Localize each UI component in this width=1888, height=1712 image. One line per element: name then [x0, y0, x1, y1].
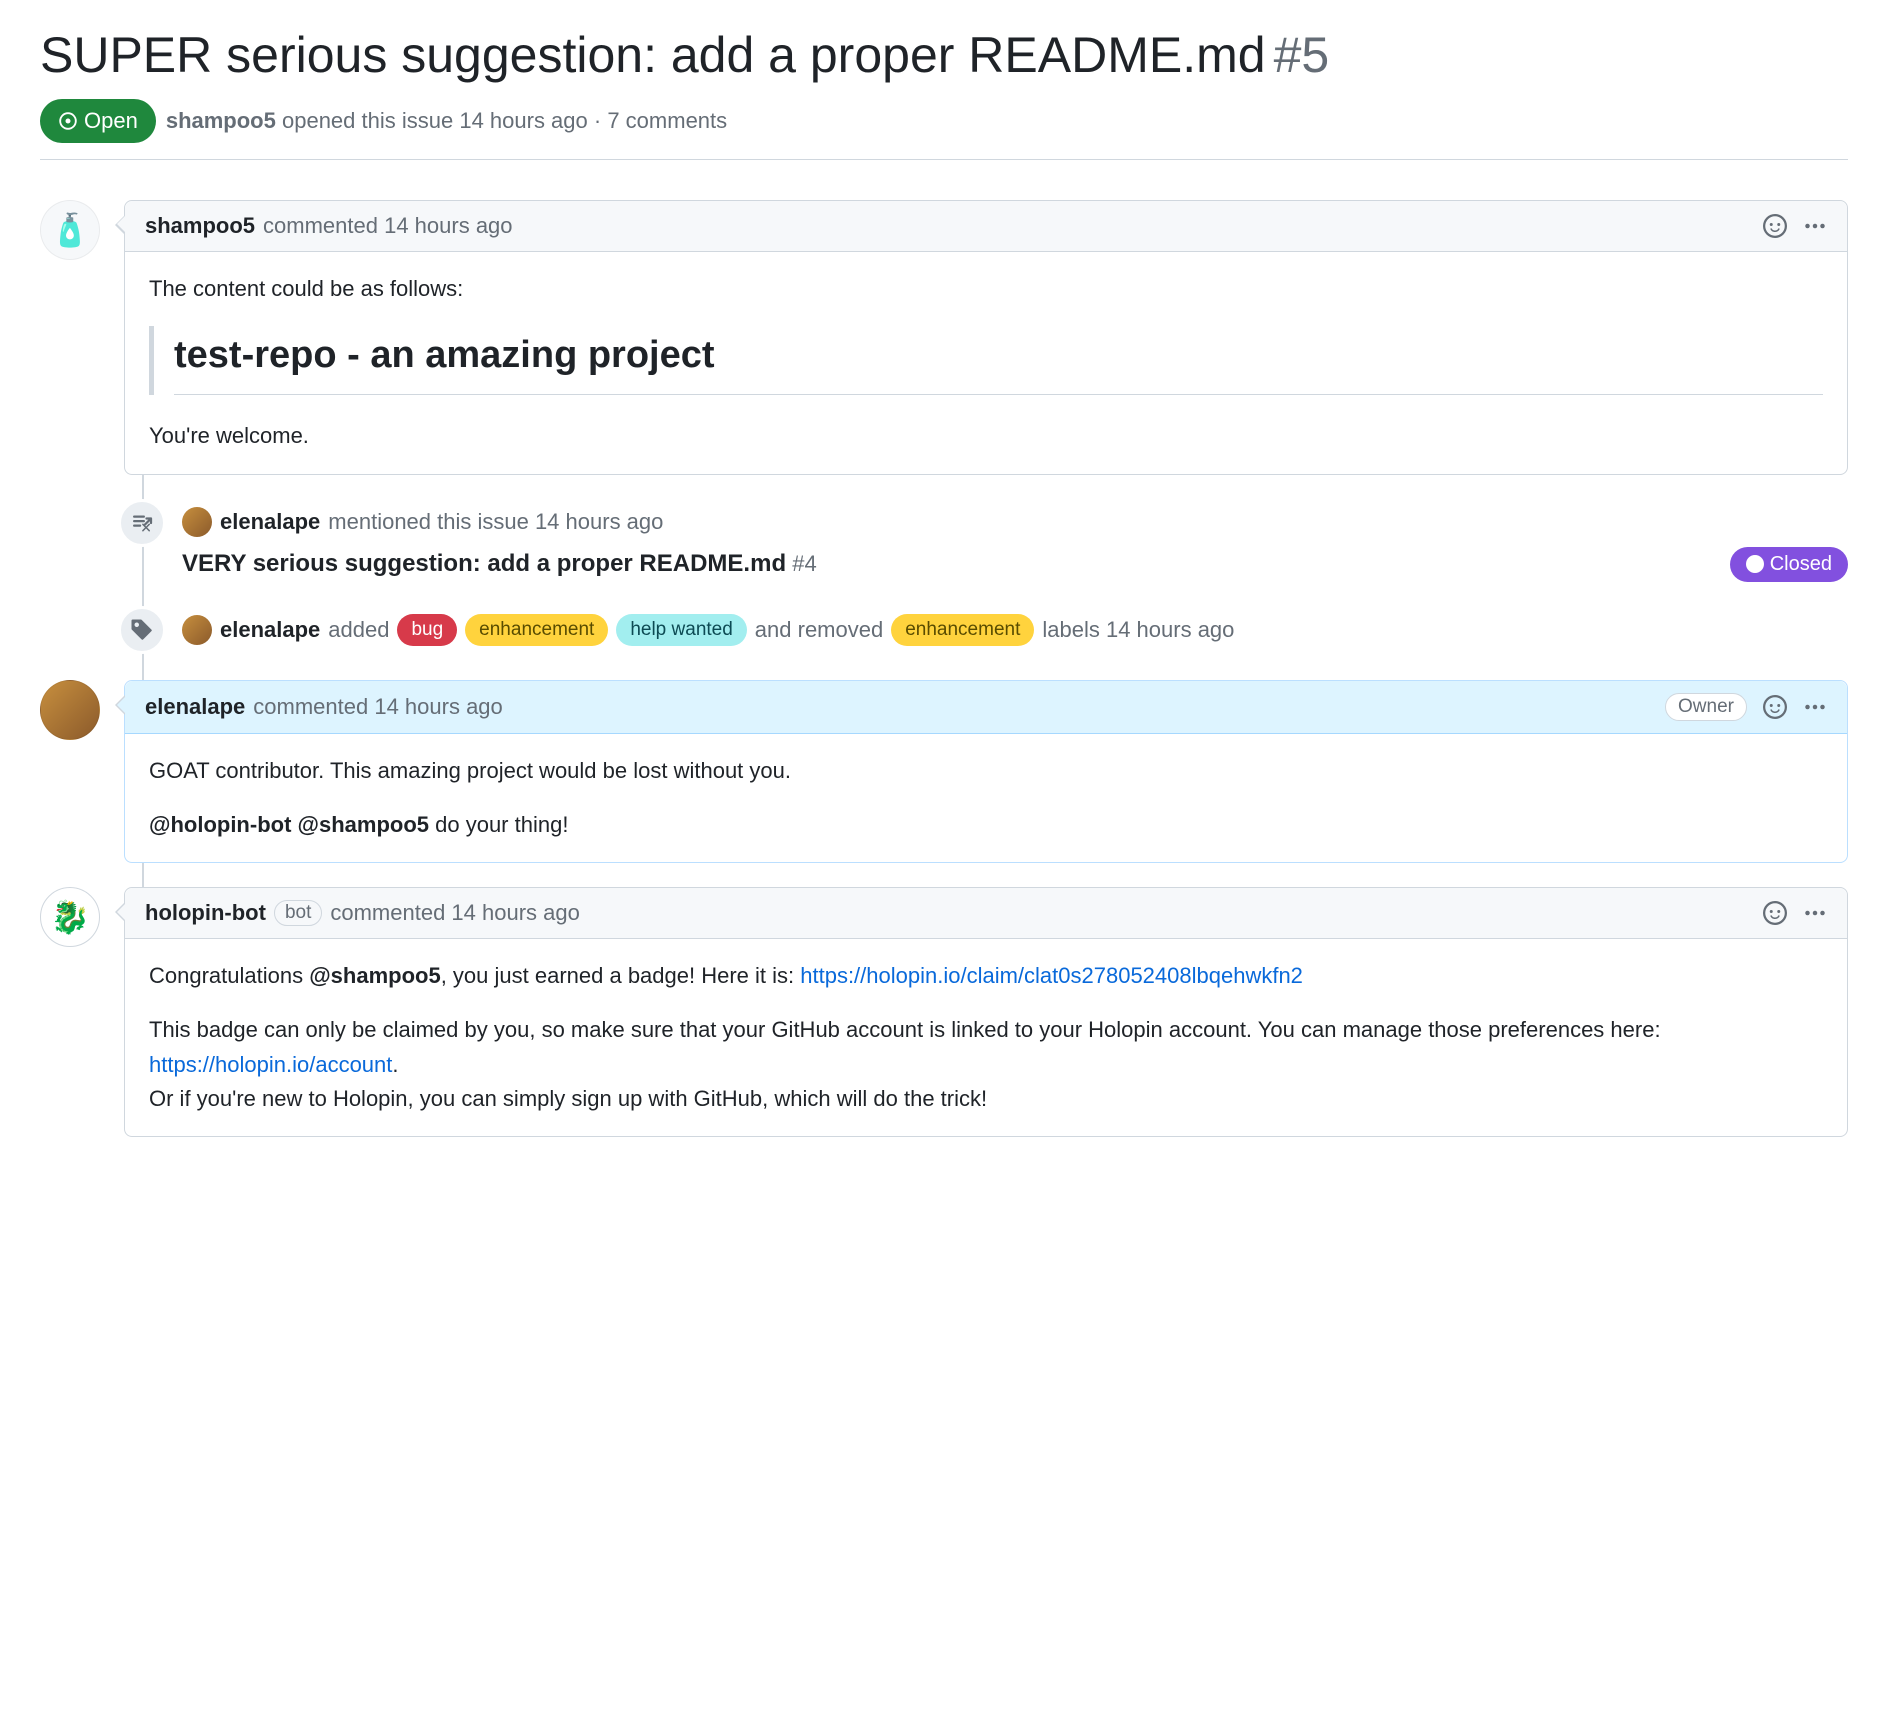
cross-reference-icon: [118, 499, 166, 547]
opened-text: opened this issue 14 hours ago: [282, 108, 588, 133]
avatar[interactable]: 🧴: [40, 200, 100, 260]
mention-link[interactable]: @holopin-bot: [149, 812, 291, 837]
referenced-issue-number[interactable]: #4: [792, 551, 816, 576]
kebab-menu-button[interactable]: [1803, 901, 1827, 925]
mention-link[interactable]: @shampoo5: [298, 812, 429, 837]
issue-title: SUPER serious suggestion: add a proper R…: [40, 24, 1266, 87]
avatar[interactable]: [182, 615, 212, 645]
avatar[interactable]: [40, 680, 100, 740]
label-pill[interactable]: help wanted: [616, 614, 746, 647]
comment-text: GOAT contributor. This amazing project w…: [149, 754, 1823, 788]
comment-count[interactable]: 7 comments: [607, 108, 727, 133]
external-link[interactable]: https://holopin.io/claim/clat0s278052408…: [800, 963, 1303, 988]
comment-text: This badge can only be claimed by you, s…: [149, 1013, 1823, 1115]
event-tail: labels 14 hours ago: [1042, 617, 1234, 643]
blockquote: test-repo - an amazing project: [149, 326, 1823, 396]
comment-author-link[interactable]: holopin-bot: [145, 900, 266, 926]
comment-author-link[interactable]: elenalape: [145, 694, 245, 720]
avatar[interactable]: 🐉: [40, 887, 100, 947]
avatar[interactable]: [182, 507, 212, 537]
comment-text: The content could be as follows:: [149, 272, 1823, 306]
check-circle-icon: [1746, 555, 1764, 573]
event-user-link[interactable]: elenalape: [220, 617, 320, 643]
comment-timestamp[interactable]: commented 14 hours ago: [253, 694, 503, 720]
comment-text: Congratulations @shampoo5, you just earn…: [149, 959, 1823, 993]
referenced-issue-link[interactable]: VERY serious suggestion: add a proper RE…: [182, 550, 786, 577]
event-user-link[interactable]: elenalape: [220, 509, 320, 535]
label-pill[interactable]: enhancement: [891, 614, 1034, 647]
event-word: and removed: [755, 617, 883, 643]
reaction-button[interactable]: [1763, 695, 1787, 719]
label-pill[interactable]: enhancement: [465, 614, 608, 647]
owner-badge: Owner: [1665, 693, 1747, 721]
comment-text: You're welcome.: [149, 419, 1823, 453]
external-link[interactable]: https://holopin.io/account: [149, 1052, 392, 1077]
label-pill[interactable]: bug: [397, 614, 457, 647]
comment-timestamp[interactable]: commented 14 hours ago: [330, 900, 580, 926]
kebab-menu-button[interactable]: [1803, 695, 1827, 719]
issue-open-icon: [58, 111, 78, 131]
tag-icon: [118, 606, 166, 654]
quote-heading: test-repo - an amazing project: [174, 326, 1823, 396]
issue-opener-link[interactable]: shampoo5: [166, 108, 276, 133]
reaction-button[interactable]: [1763, 214, 1787, 238]
comment-timestamp[interactable]: commented 14 hours ago: [263, 213, 513, 239]
bot-badge: bot: [274, 900, 322, 926]
event-action: mentioned this issue 14 hours ago: [328, 509, 663, 535]
comment-text: @holopin-bot @shampoo5 do your thing!: [149, 808, 1823, 842]
issue-state-badge: Open: [40, 99, 156, 143]
closed-badge: Closed: [1730, 547, 1848, 582]
comment-author-link[interactable]: shampoo5: [145, 213, 255, 239]
reaction-button[interactable]: [1763, 901, 1787, 925]
kebab-menu-button[interactable]: [1803, 214, 1827, 238]
issue-number: #5: [1274, 26, 1330, 84]
mention-link[interactable]: @shampoo5: [309, 963, 440, 988]
event-word: added: [328, 617, 389, 643]
